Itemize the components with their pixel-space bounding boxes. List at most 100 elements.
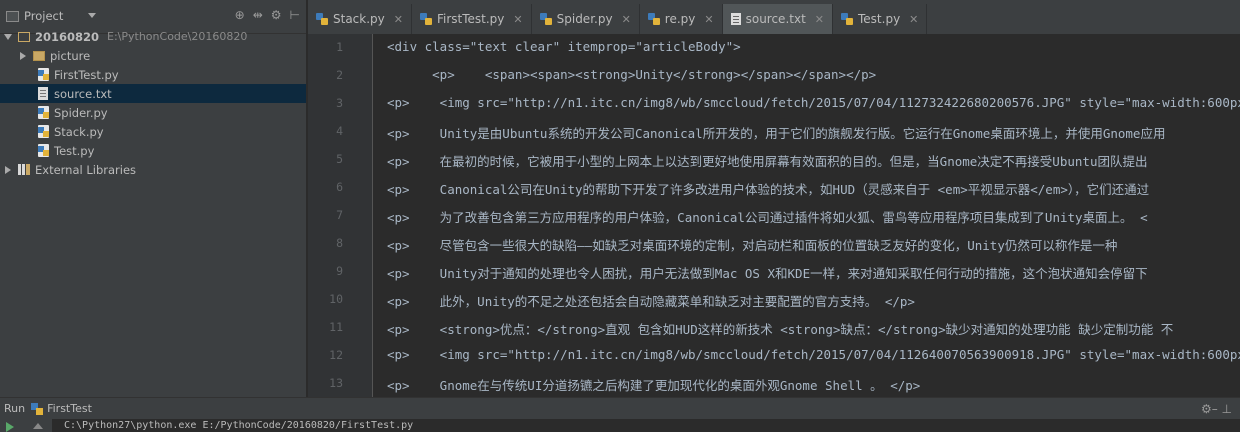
python-file-icon <box>38 125 49 138</box>
settings-icon[interactable]: ⚙ <box>271 8 282 22</box>
code-line[interactable]: <p> Unity是由Ubuntu系统的开发公司Canonical所开发的，用于… <box>387 123 1165 142</box>
tree-item-label: FirstTest.py <box>54 67 119 82</box>
python-file-icon <box>38 106 49 119</box>
code-line[interactable]: <p> <img src="http://n1.itc.cn/img8/wb/s… <box>387 347 1240 362</box>
tab-label: source.txt <box>745 12 806 26</box>
project-panel-title: Project <box>24 9 64 23</box>
tab-label: Test.py <box>858 12 901 26</box>
code-line[interactable]: <div class="text clear" itemprop="articl… <box>387 39 741 54</box>
code-line[interactable]: <p> 尽管包含一些很大的缺陷——如缺乏对桌面环境的定制，对启动栏和面板的位置缺… <box>387 235 1117 254</box>
tab-label: re.py <box>664 12 696 26</box>
tab-label: Stack.py <box>333 12 385 26</box>
code-line[interactable]: <p> Canonical公司在Unity的帮助下开发了许多改进用户体验的技术，… <box>387 179 1149 198</box>
code-line[interactable]: <p> <span><span><strong>Unity</strong></… <box>387 67 876 82</box>
collapse-all-icon[interactable]: ⇹ <box>253 8 263 22</box>
run-console: C:\Python27\python.exe E:/PythonCode/201… <box>0 419 1240 432</box>
line-number: 6 <box>336 180 343 194</box>
project-view-selector[interactable]: Project <box>6 9 63 23</box>
line-number: 1 <box>336 40 343 54</box>
hide-panel-icon[interactable]: ⊢ <box>290 8 300 22</box>
project-root-path: E:\PythonCode\20160820 <box>107 30 248 43</box>
tab-label: Spider.py <box>556 12 613 26</box>
project-icon <box>6 10 19 22</box>
tree-item-label: source.txt <box>54 86 112 101</box>
code-line[interactable]: <p> <strong>优点：</strong>直观 包含如HUD这样的新技术 … <box>387 319 1173 338</box>
code-line[interactable]: <p> <img src="http://n1.itc.cn/img8/wb/s… <box>387 95 1240 110</box>
sync-icon[interactable]: ⊕ <box>235 8 245 22</box>
tree-item-firsttest[interactable]: FirstTest.py <box>0 65 306 84</box>
line-number: 8 <box>336 236 343 250</box>
python-file-icon <box>316 13 328 25</box>
close-icon[interactable]: ✕ <box>622 13 631 26</box>
close-icon[interactable]: ✕ <box>704 13 713 26</box>
python-file-icon <box>647 13 660 25</box>
collapsed-arrow-icon[interactable] <box>5 165 11 174</box>
collapsed-arrow-icon[interactable] <box>20 51 26 60</box>
line-number: 4 <box>336 124 343 138</box>
rerun-icon[interactable] <box>6 422 14 432</box>
project-panel: Project ⊕ ⇹ ⚙ ⊢ 20160820 E:\PythonCode\2… <box>0 0 307 397</box>
console-command-line: C:\Python27\python.exe E:/PythonCode/201… <box>64 420 414 431</box>
tree-item-label: Test.py <box>54 143 95 158</box>
code-editor[interactable]: <div class="text clear" itemprop="articl… <box>373 34 1240 397</box>
tree-item-source-txt[interactable]: source.txt <box>0 84 306 103</box>
line-number: 2 <box>336 68 343 82</box>
python-file-icon <box>38 144 49 157</box>
folder-icon <box>18 31 30 42</box>
tree-item-stack[interactable]: Stack.py <box>0 122 306 141</box>
tab-test-py[interactable]: Test.py ✕ <box>833 4 928 34</box>
tab-spider-py[interactable]: Spider.py ✕ <box>532 4 640 34</box>
tab-label: FirstTest.py <box>436 12 505 26</box>
run-label: Run <box>4 402 26 415</box>
run-config-tab[interactable]: FirstTest <box>47 402 92 415</box>
tree-item-label: External Libraries <box>35 162 137 177</box>
python-file-icon <box>419 13 432 25</box>
tree-item-test[interactable]: Test.py <box>0 141 306 160</box>
line-number: 10 <box>329 292 343 306</box>
python-file-icon <box>31 402 44 415</box>
tab-stack-py[interactable]: Stack.py ✕ <box>308 4 412 34</box>
code-line[interactable]: <p> Unity对于通知的处理也令人困扰，用户无法做到Mac OS X和KDE… <box>387 263 1148 282</box>
code-line[interactable]: <p> 为了改善包含第三方应用程序的用户体验，Canonical公司通过插件将如… <box>387 207 1148 226</box>
close-icon[interactable]: ✕ <box>513 13 522 26</box>
python-file-icon <box>841 13 853 25</box>
close-icon[interactable]: ✕ <box>394 13 403 26</box>
tree-root-20160820[interactable]: 20160820 E:\PythonCode\20160820 <box>0 27 306 46</box>
line-number: 7 <box>336 208 343 222</box>
code-line[interactable]: <p> 此外，Unity的不足之处还包括会自动隐藏菜单和缺乏对主要配置的官方支持… <box>387 291 915 310</box>
tab-re-py[interactable]: re.py ✕ <box>640 4 723 34</box>
close-icon[interactable]: ✕ <box>909 13 918 26</box>
text-file-icon <box>38 87 48 100</box>
tree-item-external-libraries[interactable]: External Libraries <box>0 160 306 179</box>
tree-item-picture[interactable]: picture <box>0 46 306 65</box>
library-icon <box>18 164 30 175</box>
tab-firsttest-py[interactable]: FirstTest.py ✕ <box>412 4 532 34</box>
close-icon[interactable]: ✕ <box>815 13 824 26</box>
line-number-gutter: 1 2 3 4 5 6 7 8 9 10 11 12 13 <box>308 34 372 397</box>
tree-item-label: Stack.py <box>54 124 104 139</box>
tree-item-label: picture <box>50 48 91 63</box>
tab-source-txt[interactable]: source.txt ✕ <box>722 4 833 34</box>
run-toolbar: Run FirstTest ⚙– ⊥ <box>0 397 1240 419</box>
folder-icon <box>33 50 45 61</box>
text-file-icon <box>730 13 741 25</box>
scroll-up-icon[interactable] <box>33 423 43 429</box>
line-number: 9 <box>336 264 343 278</box>
project-tree: 20160820 E:\PythonCode\20160820 picture … <box>0 27 306 179</box>
tree-item-spider[interactable]: Spider.py <box>0 103 306 122</box>
code-line[interactable]: <p> 在最初的时候，它被用于小型的上网本上以达到更好地使用屏幕有效面积的目的。… <box>387 151 1147 170</box>
python-file-icon <box>539 13 552 25</box>
line-number: 11 <box>329 320 343 334</box>
tree-item-label: Spider.py <box>54 105 108 120</box>
code-line[interactable]: <p> Gnome在与传统UI分道扬镳之后构建了更加现代化的桌面外观Gnome … <box>387 375 920 394</box>
chevron-down-icon[interactable] <box>88 13 96 18</box>
project-panel-tools: ⊕ ⇹ ⚙ ⊢ <box>235 8 300 22</box>
run-panel-tools[interactable]: ⚙– ⊥ <box>1201 402 1232 416</box>
line-number: 13 <box>329 376 343 390</box>
line-number: 12 <box>329 348 343 362</box>
line-number: 3 <box>336 96 343 110</box>
expanded-arrow-icon[interactable] <box>4 33 12 40</box>
python-file-icon <box>38 68 49 81</box>
line-number: 5 <box>336 152 343 166</box>
project-root-label: 20160820 <box>35 29 100 44</box>
